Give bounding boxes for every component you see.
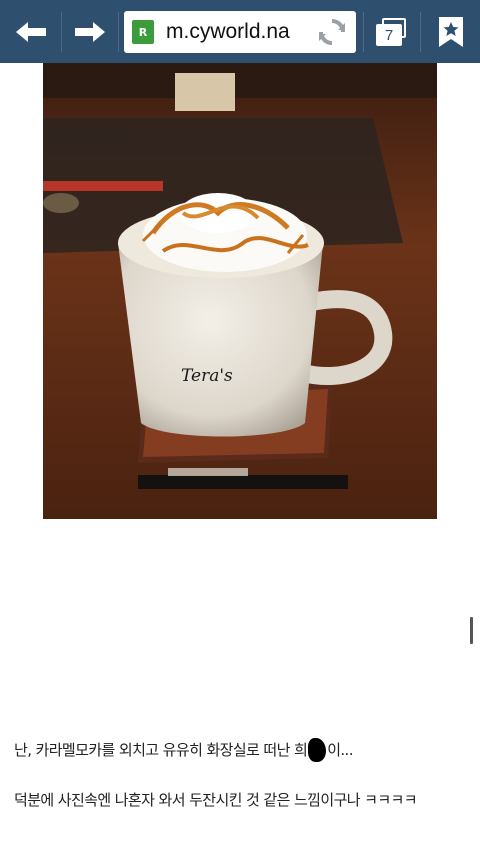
tab-count: 7 [376,24,402,46]
address-bar[interactable]: R m.cyworld.na [124,11,356,53]
toolbar-divider [363,12,364,52]
toolbar-divider [118,12,119,52]
forward-arrow-icon [75,22,105,42]
redaction-mark [308,738,327,762]
post-text-line-1-end: 이... [327,741,353,759]
post-text-line-2: 덕분에 사진속엔 나혼자 와서 두잔시킨 것 같은 느낌이구나 ㅋㅋㅋㅋ [14,791,418,809]
post-photo: Tera's [43,63,437,519]
url-text[interactable]: m.cyworld.na [166,20,306,46]
toolbar-divider [61,12,62,52]
bookmark-star-icon [439,17,463,47]
browser-toolbar: R m.cyworld.na 7 [0,0,480,63]
post-text-line-1-part: 난, 카라멜모카를 외치고 유유히 화장실로 떠난 희 [14,741,308,759]
scroll-indicator[interactable] [470,617,473,644]
mug-logo-text: Tera's [181,366,233,386]
toolbar-divider [420,12,421,52]
tabs-button[interactable]: 7 [376,18,406,46]
back-arrow-icon [16,22,46,42]
refresh-icon[interactable] [317,17,347,47]
site-favicon-icon: R [132,20,154,44]
forward-button[interactable] [64,6,116,58]
post-text-line-1: 난, 카라멜모카를 외치고 유유히 화장실로 떠난 희 이... [14,738,353,762]
bookmark-button[interactable] [425,6,477,58]
back-button[interactable] [5,6,57,58]
